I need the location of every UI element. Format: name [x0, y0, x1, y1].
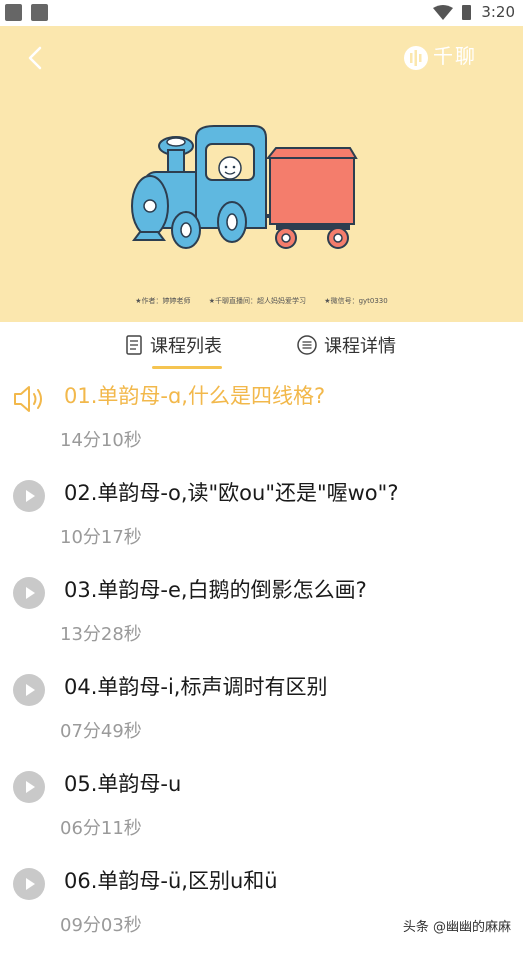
chevron-left-icon — [28, 46, 42, 70]
notification-icon — [31, 4, 48, 21]
status-time: 3:20 — [481, 3, 515, 21]
credit-author: ★作者：婷婷老师 — [135, 297, 191, 305]
play-icon[interactable] — [12, 867, 46, 901]
lesson-duration: 14分10秒 — [60, 430, 142, 451]
lesson-duration: 10分17秒 — [60, 527, 142, 548]
lesson-item[interactable]: 02.单韵母-o,读"欧ou"还是"喔wo"? 10分17秒 — [0, 469, 523, 565]
play-icon[interactable] — [12, 673, 46, 707]
wifi-icon — [433, 5, 453, 20]
watermark: 头条 @幽幽的麻麻 — [402, 920, 511, 935]
play-icon[interactable] — [12, 479, 46, 513]
lesson-item[interactable]: 05.单韵母-u 06分11秒 — [0, 760, 523, 856]
lesson-title: 06.单韵母-ü,区别u和ü — [64, 869, 278, 893]
document-icon — [126, 335, 142, 355]
lesson-title: 04.单韵母-i,标声调时有区别 — [64, 675, 328, 699]
lesson-duration: 07分49秒 — [60, 721, 142, 742]
back-button[interactable] — [20, 42, 52, 74]
active-tab-indicator — [152, 366, 222, 369]
tab-course-details[interactable]: 课程详情 — [296, 332, 396, 360]
lesson-item[interactable]: 06.单韵母-ü,区别u和ü 09分03秒 — [0, 857, 523, 953]
tab-course-list-label: 课程列表 — [150, 336, 222, 357]
lesson-title: 01.单韵母-ɑ,什么是四线格? — [64, 384, 326, 408]
lesson-title: 03.单韵母-e,白鹅的倒影怎么画? — [64, 578, 367, 602]
status-bar: 3:20 — [0, 0, 523, 26]
lesson-duration: 06分11秒 — [60, 818, 142, 839]
banner-credits: ★作者：婷婷老师 ★千聊直播间：超人妈妈爱学习 ★微信号：gyt0330 — [0, 296, 523, 306]
list-circle-icon — [297, 335, 317, 355]
lesson-duration: 13分28秒 — [60, 624, 142, 645]
credit-wechat: ★微信号：gyt0330 — [324, 297, 388, 305]
brand-name: 千聊 — [433, 44, 477, 68]
play-icon[interactable] — [12, 576, 46, 610]
lesson-item[interactable]: 03.单韵母-e,白鹅的倒影怎么画? 13分28秒 — [0, 566, 523, 662]
brand-logo: 千聊 — [403, 40, 477, 71]
lesson-title: 05.单韵母-u — [64, 772, 182, 796]
tab-course-list[interactable]: 课程列表 — [124, 332, 222, 360]
credit-channel: ★千聊直播间：超人妈妈爱学习 — [208, 297, 307, 305]
course-banner: 千聊 ★作者：婷婷老师 ★千聊直播间：超人妈妈爱学习 ★微信号：gyt0330 — [0, 26, 523, 322]
battery-icon — [462, 5, 471, 20]
lesson-title: 02.单韵母-o,读"欧ou"还是"喔wo"? — [64, 481, 399, 505]
brand-logo-icon — [404, 45, 428, 70]
lesson-item[interactable]: 04.单韵母-i,标声调时有区别 07分49秒 — [0, 663, 523, 759]
speaker-icon — [14, 386, 42, 412]
notification-icon — [5, 4, 22, 21]
course-tabs: 课程列表 课程详情 — [0, 322, 523, 372]
lesson-duration: 09分03秒 — [60, 915, 142, 936]
tab-course-details-label: 课程详情 — [324, 336, 396, 357]
play-icon[interactable] — [12, 770, 46, 804]
train-illustration — [131, 125, 358, 249]
lesson-item[interactable]: 01.单韵母-ɑ,什么是四线格? 14分10秒 — [0, 372, 523, 468]
